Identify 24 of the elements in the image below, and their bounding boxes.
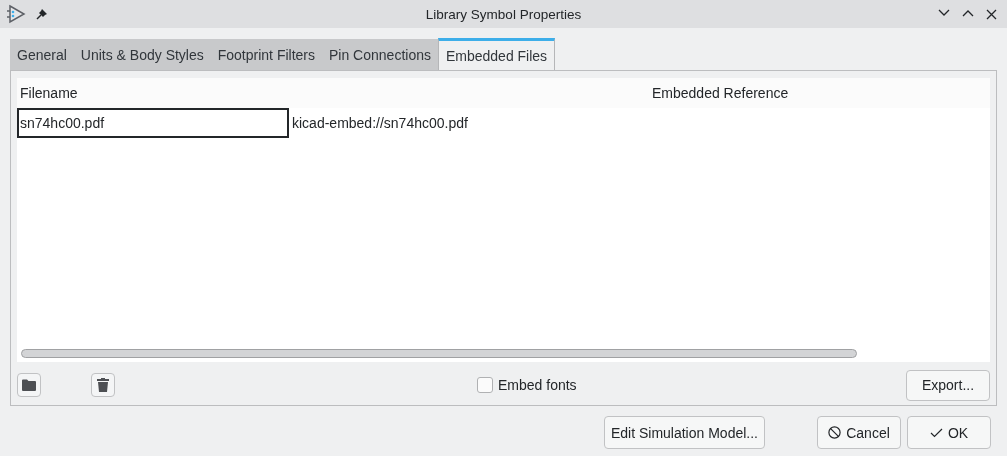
export-button[interactable]: Export... [906, 369, 990, 401]
dialog-button[interactable]: Edit Simulation Model... [603, 416, 765, 449]
window-title: Library Symbol Properties [425, 6, 582, 22]
cancel-button[interactable]: Cancel [817, 416, 901, 449]
delete-file-button[interactable] [91, 373, 115, 397]
checkbox[interactable] [477, 377, 493, 393]
trash-icon [97, 378, 109, 392]
maximize-icon[interactable] [962, 8, 974, 17]
tab[interactable]: Embedded Files [437, 38, 556, 70]
column-header: Filename [20, 85, 79, 101]
column-header: Embedded Reference [652, 85, 789, 101]
checkmark-icon [929, 427, 943, 438]
checkbox-label: Embed fonts [498, 377, 577, 393]
minimize-icon[interactable] [938, 8, 950, 17]
close-icon[interactable] [986, 8, 997, 20]
filename-field[interactable]: sn74hc00.pdf [17, 108, 289, 138]
horizontal-scrollbar[interactable] [21, 349, 857, 358]
folder-icon [22, 379, 36, 391]
ok-button[interactable]: OK [907, 416, 991, 449]
cancel-icon [828, 426, 842, 439]
pin-icon[interactable] [36, 8, 48, 20]
app-logo-icon [6, 4, 26, 24]
table-cell-text: kicad-embed://sn74hc00.pdf [291, 115, 468, 131]
add-file-button[interactable] [17, 373, 41, 397]
